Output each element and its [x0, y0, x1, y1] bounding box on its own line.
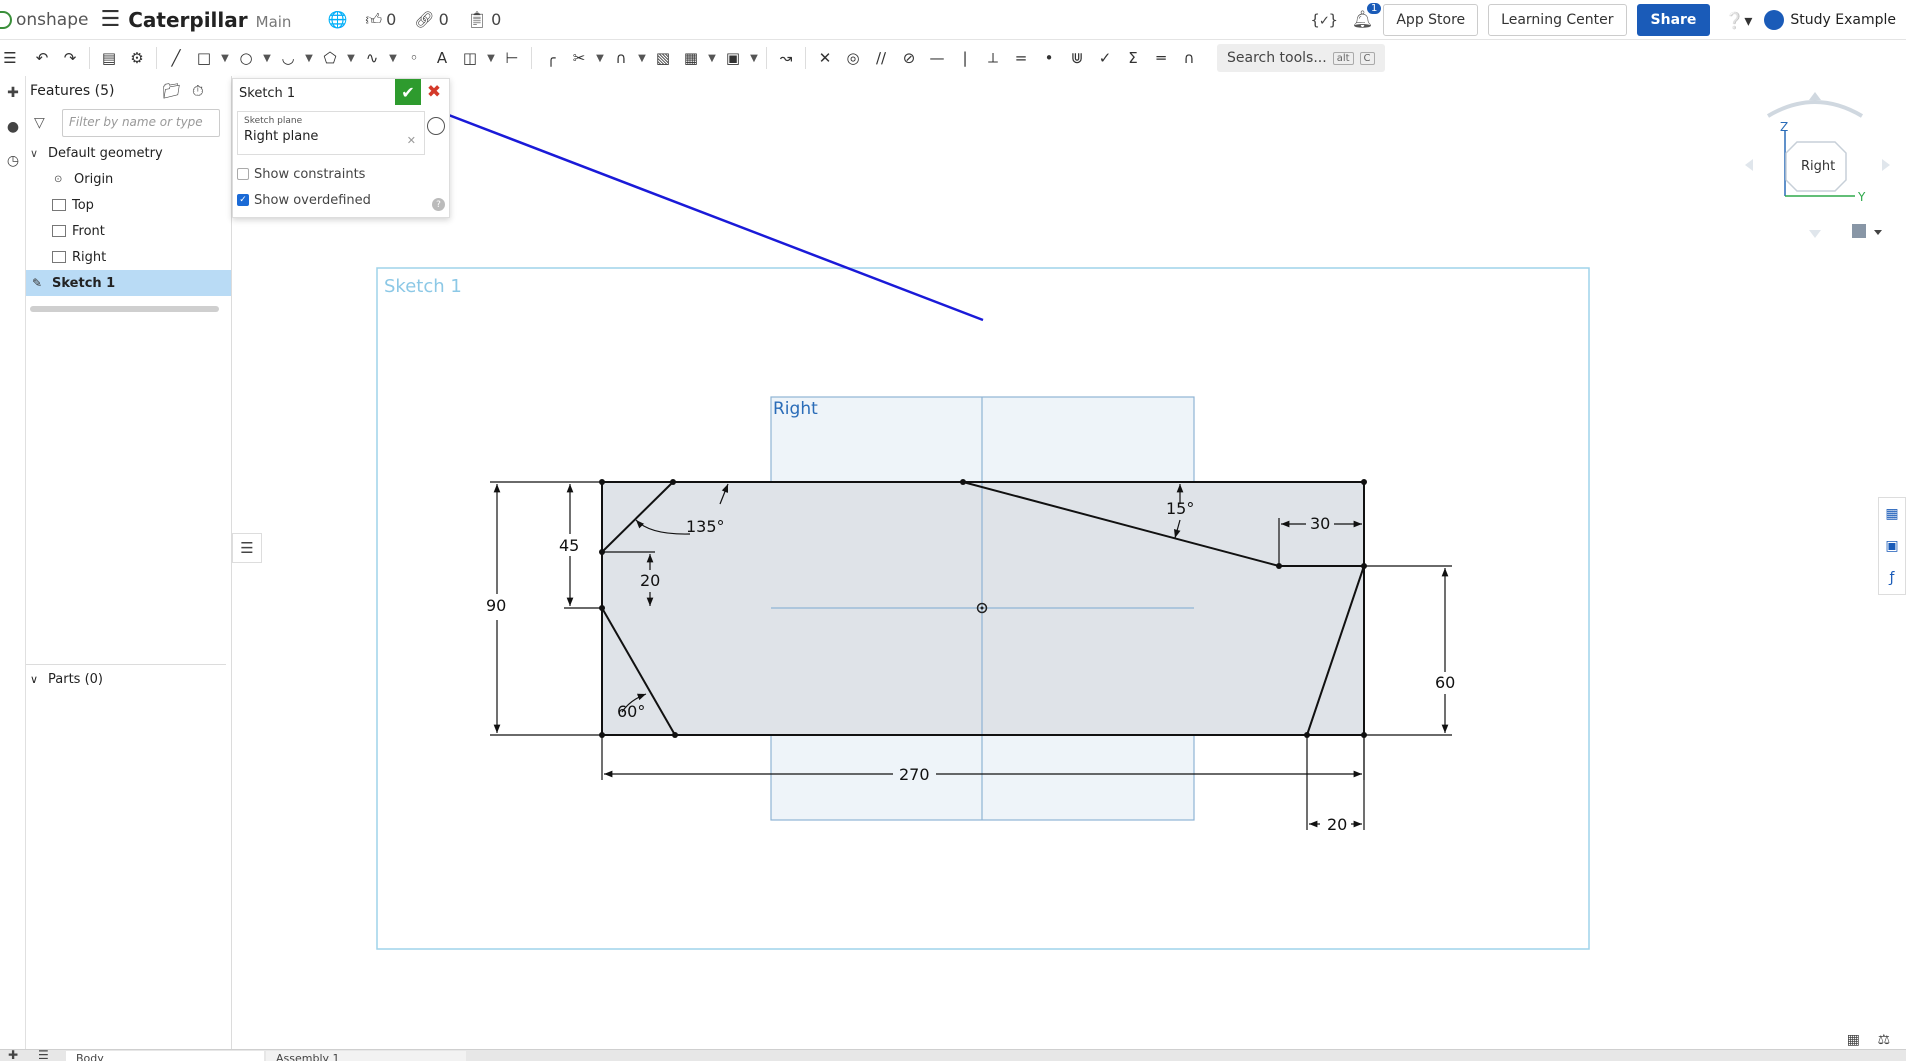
view-cube-up-arrow[interactable]	[1809, 92, 1821, 100]
sketch-plane-value: Right plane	[244, 129, 319, 144]
show-overdefined-label: Show overdefined	[254, 192, 371, 208]
check-icon: ✔	[401, 82, 415, 102]
dim-60-degrees[interactable]: 60°	[617, 702, 645, 721]
view-options-cube-icon[interactable]	[1852, 224, 1866, 238]
dim-90[interactable]: 90	[486, 596, 506, 615]
cancel-button[interactable]: ✖	[423, 79, 445, 105]
clock-icon[interactable]	[427, 117, 445, 135]
show-constraints-label: Show constraints	[254, 166, 366, 182]
tab-assembly[interactable]: Assembly 1	[266, 1051, 466, 1061]
help-icon[interactable]: ?	[432, 198, 445, 211]
origin-dot	[980, 606, 984, 610]
appearance-icon[interactable]: ▦	[1879, 498, 1905, 530]
sketch-label: Sketch 1	[384, 276, 462, 297]
tab-body-label: Body	[76, 1052, 104, 1061]
show-constraints-checkbox[interactable]	[237, 168, 249, 180]
show-overdefined-row[interactable]: ✓ Show overdefined	[233, 187, 449, 213]
sketch-plane-field[interactable]: Sketch plane Right plane ✕	[237, 111, 425, 155]
sketch-dialog: Sketch 1 ✔ ✖ Sketch plane Right plane ✕ …	[232, 78, 450, 218]
view-cube-left-arrow[interactable]	[1745, 159, 1753, 171]
sketch-list-toggle-icon[interactable]: ☰	[232, 533, 262, 563]
variable-icon[interactable]: ƒ	[1879, 562, 1905, 594]
measure-icon[interactable]: ▦	[1847, 1032, 1860, 1048]
dim-60[interactable]: 60	[1435, 673, 1455, 692]
dim-135[interactable]: 135°	[686, 517, 725, 536]
clear-icon[interactable]: ✕	[407, 134, 416, 147]
dim-270[interactable]: 270	[899, 765, 930, 784]
right-tool-strip: ▦ ▣ ƒ	[1878, 497, 1906, 595]
sketch-dialog-header: Sketch 1 ✔ ✖	[233, 79, 449, 107]
y-axis-label: Y	[1857, 190, 1866, 204]
sketch-plane-label: Sketch plane	[244, 116, 303, 126]
dim-30[interactable]: 30	[1310, 514, 1330, 533]
show-constraints-row[interactable]: Show constraints	[233, 161, 449, 187]
add-tab-icon[interactable]: ✚	[8, 1050, 18, 1061]
annotation-arrow	[419, 102, 984, 322]
view-cube-right-arrow[interactable]	[1882, 159, 1890, 171]
dim-45[interactable]: 45	[559, 536, 579, 555]
tab-assembly-label: Assembly 1	[276, 1052, 340, 1061]
mass-properties-icon[interactable]: ⚖	[1877, 1032, 1890, 1048]
dim-15[interactable]: 15°	[1166, 499, 1194, 518]
confirm-button[interactable]: ✔	[395, 79, 421, 105]
show-overdefined-checkbox[interactable]: ✓	[237, 194, 249, 206]
bottom-tab-bar: ✚ ☰ Body Assembly 1	[0, 1049, 1906, 1061]
close-icon: ✖	[426, 82, 442, 102]
z-axis-label: Z	[1780, 120, 1788, 134]
view-cube-face-label: Right	[1801, 159, 1835, 174]
sketch-dialog-title[interactable]: Sketch 1	[239, 86, 295, 101]
view-cube-down-arrow[interactable]	[1809, 230, 1821, 238]
dim-20-horizontal[interactable]: 20	[1327, 815, 1347, 834]
sketch-point[interactable]	[670, 479, 676, 485]
view-cube-arc	[1766, 100, 1864, 118]
sketch-point[interactable]	[1361, 479, 1367, 485]
tab-menu-icon[interactable]: ☰	[38, 1050, 49, 1061]
sketch-point[interactable]	[960, 479, 966, 485]
tab-body[interactable]: Body	[66, 1051, 264, 1061]
view-cube[interactable]: Z Y Right	[1745, 92, 1890, 238]
dim-20-vertical[interactable]: 20	[640, 571, 660, 590]
sketch-point[interactable]	[672, 732, 678, 738]
chevron-down-icon[interactable]	[1874, 230, 1882, 235]
plane-label: Right	[773, 399, 818, 419]
section-view-icon[interactable]: ▣	[1879, 530, 1905, 562]
